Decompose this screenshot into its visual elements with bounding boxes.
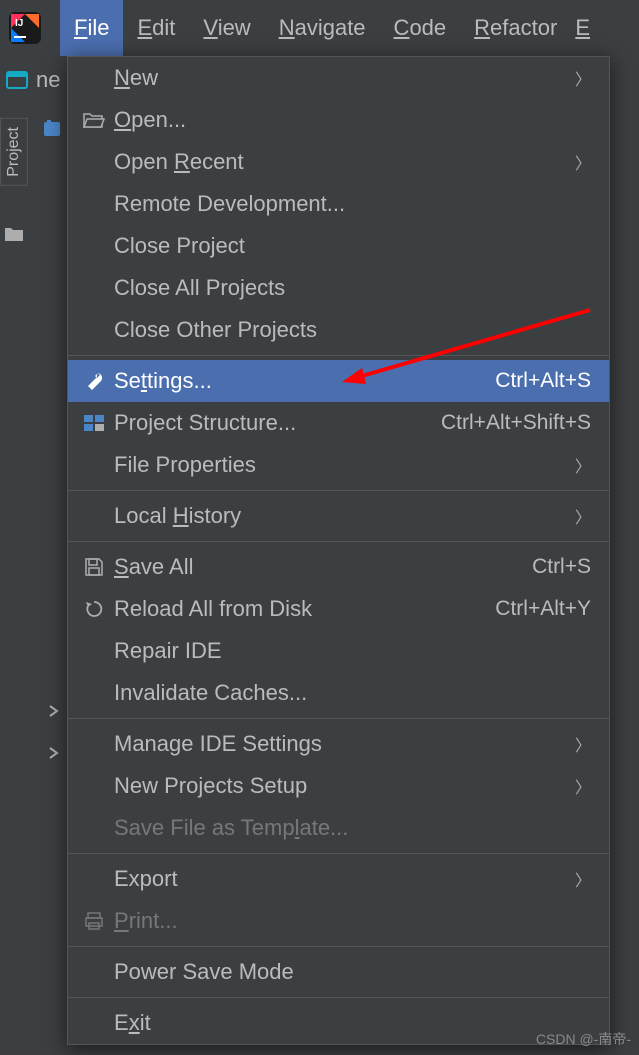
chevron-right-icon: 〉 — [575, 867, 591, 891]
shortcut-label: Ctrl+S — [532, 555, 591, 579]
menu-invalidate-caches[interactable]: Invalidate Caches... — [68, 672, 609, 714]
shortcut-label: Ctrl+Alt+Y — [495, 597, 591, 621]
menu-repair-ide[interactable]: Repair IDE — [68, 630, 609, 672]
menu-close-all-projects[interactable]: Close All Projects — [68, 267, 609, 309]
menu-file-properties[interactable]: File Properties 〉 — [68, 444, 609, 486]
menu-open[interactable]: Open... — [68, 99, 609, 141]
menu-open-recent[interactable]: Open Recent 〉 — [68, 141, 609, 183]
menu-settings[interactable]: Settings... Ctrl+Alt+S — [68, 360, 609, 402]
menu-print: Print... — [68, 900, 609, 942]
menu-local-history[interactable]: Local History 〉 — [68, 495, 609, 537]
watermark: CSDN @-南帝- — [536, 1029, 631, 1049]
menu-reload-from-disk[interactable]: Reload All from Disk Ctrl+Alt+Y — [68, 588, 609, 630]
menu-separator — [68, 997, 609, 998]
tree-node-icon — [41, 118, 63, 140]
wrench-icon — [78, 370, 110, 392]
menu-project-structure[interactable]: Project Structure... Ctrl+Alt+Shift+S — [68, 402, 609, 444]
visible-text-fragment: ne — [36, 67, 60, 93]
menu-separator — [68, 490, 609, 491]
file-menu-dropdown: New 〉 Open... Open Recent 〉 Remote Devel… — [67, 56, 610, 1045]
project-tab[interactable]: Project — [0, 118, 28, 186]
menu-separator — [68, 946, 609, 947]
chevron-right-icon: 〉 — [575, 504, 591, 528]
menubar: IJ File Edit View Navigate Code Refactor… — [0, 0, 639, 56]
shortcut-label: Ctrl+Alt+Shift+S — [441, 411, 591, 435]
menu-separator — [68, 541, 609, 542]
side-strip: Project — [0, 56, 30, 256]
menubar-edit[interactable]: Edit — [123, 0, 189, 56]
folder-icon[interactable] — [4, 226, 24, 247]
menu-power-save-mode[interactable]: Power Save Mode — [68, 951, 609, 993]
shortcut-label: Ctrl+Alt+S — [495, 369, 591, 393]
menu-close-project[interactable]: Close Project — [68, 225, 609, 267]
menu-new-projects-setup[interactable]: New Projects Setup 〉 — [68, 765, 609, 807]
menubar-more[interactable]: E — [571, 0, 594, 56]
menu-export[interactable]: Export 〉 — [68, 858, 609, 900]
reload-icon — [78, 599, 110, 619]
menubar-file[interactable]: File — [60, 0, 123, 56]
chevron-right-icon[interactable] — [48, 704, 60, 721]
chevron-right-icon[interactable] — [48, 746, 60, 763]
svg-text:IJ: IJ — [15, 18, 23, 29]
menu-manage-ide-settings[interactable]: Manage IDE Settings 〉 — [68, 723, 609, 765]
chevron-right-icon: 〉 — [575, 150, 591, 174]
chevron-right-icon: 〉 — [575, 774, 591, 798]
chevron-right-icon: 〉 — [575, 732, 591, 756]
print-icon — [78, 911, 110, 931]
chevron-right-icon: 〉 — [575, 66, 591, 90]
save-icon — [78, 557, 110, 577]
menu-separator — [68, 355, 609, 356]
menubar-refactor[interactable]: Refactor — [460, 0, 571, 56]
menu-new[interactable]: New 〉 — [68, 57, 609, 99]
menubar-code[interactable]: Code — [380, 0, 461, 56]
menubar-navigate[interactable]: Navigate — [265, 0, 380, 56]
menu-remote-dev[interactable]: Remote Development... — [68, 183, 609, 225]
menu-exit[interactable]: Exit — [68, 1002, 609, 1044]
menu-separator — [68, 718, 609, 719]
menu-save-all[interactable]: Save All Ctrl+S — [68, 546, 609, 588]
menu-separator — [68, 853, 609, 854]
app-logo-icon: IJ — [2, 5, 48, 51]
menu-save-as-template: Save File as Template... — [68, 807, 609, 849]
menu-close-other-projects[interactable]: Close Other Projects — [68, 309, 609, 351]
project-structure-icon — [78, 413, 110, 433]
chevron-right-icon: 〉 — [575, 453, 591, 477]
folder-open-icon — [78, 111, 110, 129]
menubar-view[interactable]: View — [189, 0, 264, 56]
